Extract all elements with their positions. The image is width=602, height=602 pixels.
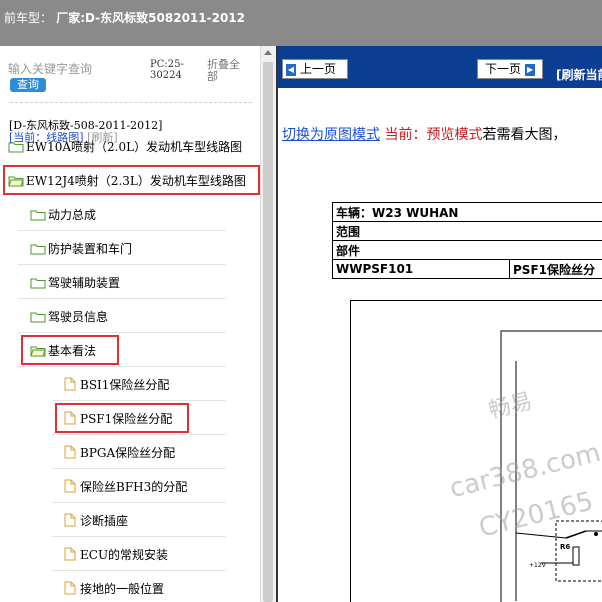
tree-item-label: ECU的常规安装: [80, 547, 169, 562]
tree-row-divider: [52, 434, 226, 435]
voltage-label: +12V: [529, 562, 547, 569]
divider: [10, 102, 252, 103]
scroll-thumb[interactable]: [263, 62, 273, 602]
viewer-toolbar: ◀ 上一页 下一页▶ [刷新当前: [278, 46, 602, 88]
search-area: 输入关键字查询 查询: [8, 60, 148, 92]
info-table: 车辆：W23 WUHAN 范围 部件 WWPSF101 PSF1保险丝分: [332, 202, 602, 279]
viewer: ◀ 上一页 下一页▶ [刷新当前 切换为原图模式 当前：预览模式若需看大图， 车辆…: [276, 46, 602, 602]
tree-item-diagnostic[interactable]: 诊断插座: [64, 505, 128, 535]
code-cell: WWPSF101: [332, 259, 510, 279]
tree-item-label: EW10A喷射（2.0L）发动机车型线路图: [26, 139, 243, 154]
part-cell: 部件: [332, 240, 602, 260]
tree-item-label: BPGA保险丝分配: [80, 445, 176, 460]
tree-item-label: 驾驶员信息: [48, 309, 109, 324]
refresh-current[interactable]: [刷新当前: [556, 66, 602, 83]
sidebar-scrollbar[interactable]: [260, 46, 276, 602]
folder-icon: [30, 277, 46, 289]
selection-highlight: [3, 165, 260, 195]
tree-row-divider: [52, 536, 226, 537]
right-arrow-icon: ▶: [525, 63, 536, 76]
vehicle-title: 前车型： 厂家:D-东风标致5082011-2012: [4, 9, 245, 26]
tree-item-powertrain[interactable]: 动力总成: [30, 199, 96, 229]
page-icon: [64, 581, 76, 595]
switch-mode-link[interactable]: 切换为原图模式: [282, 127, 380, 143]
tree-row-divider: [52, 570, 226, 571]
tree-item-bpga[interactable]: BPGA保险丝分配: [64, 437, 175, 467]
collapse-all-button[interactable]: 折叠全部: [207, 59, 247, 83]
tree-row-divider: [18, 366, 226, 367]
tree-row-divider: [18, 332, 226, 333]
tree-item-label: 保险丝BFH3的分配: [80, 479, 188, 494]
vehicle-label: 前车型：: [4, 11, 53, 25]
title-bar: 前车型： 厂家:D-东风标致5082011-2012: [0, 0, 602, 46]
vehicle-cell: 车辆：W23 WUHAN: [332, 202, 602, 222]
tree-row-divider: [52, 400, 226, 401]
vehicle-value: 厂家:D-东风标致5082011-2012: [56, 11, 245, 25]
tree-item-driving-assist[interactable]: 驾驶辅助装置: [30, 267, 120, 297]
search-input[interactable]: 输入关键字查询: [8, 60, 148, 77]
selection-highlight: [55, 403, 189, 433]
pc-label: PC:25-30224: [150, 59, 184, 81]
tree-item-label: BSI1保险丝分配: [80, 377, 170, 392]
relay-label: R6: [560, 543, 570, 551]
folder-icon: [30, 209, 46, 221]
page-icon: [64, 479, 76, 493]
tree-item-ew10a[interactable]: EW10A喷射（2.0L）发动机车型线路图: [8, 131, 242, 161]
desc-cell: PSF1保险丝分: [509, 259, 602, 279]
tree-item-doors[interactable]: 防护装置和车门: [30, 233, 132, 263]
viewer-content: 切换为原图模式 当前：预览模式若需看大图， 车辆：W23 WUHAN 范围 部件…: [278, 88, 602, 602]
tree-item-label: 防护装置和车门: [48, 241, 133, 256]
scroll-up-arrow-icon[interactable]: [264, 50, 272, 55]
tree-item-label: 接地的一般位置: [80, 581, 165, 596]
folder-icon: [8, 141, 24, 153]
prev-label: 上一页: [300, 62, 337, 76]
next-label: 下一页: [485, 62, 522, 76]
next-page-button[interactable]: 下一页 ▶: [477, 59, 543, 79]
scope-cell: 范围: [332, 221, 602, 241]
current-mode: 当前：预览模式: [384, 127, 483, 143]
sidebar: 输入关键字查询 查询 PC:25-30224 折叠全部 [D-东风标致-508-…: [0, 46, 260, 602]
tree-row-divider: [52, 468, 226, 469]
tree-row-divider: [18, 298, 226, 299]
tree-item-label: 诊断插座: [80, 513, 129, 528]
tree-item-label: 驾驶辅助装置: [48, 275, 121, 290]
page-icon: [64, 513, 76, 527]
folder-icon: [30, 311, 46, 323]
left-arrow-icon: ◀: [286, 63, 296, 76]
tree-row-divider: [18, 230, 226, 231]
page-icon: [64, 445, 76, 459]
tree-item-ecu[interactable]: ECU的常规安装: [64, 539, 168, 569]
folder-icon: [30, 243, 46, 255]
tree-item-bsi1[interactable]: BSI1保险丝分配: [64, 369, 169, 399]
tree-item-ground[interactable]: 接地的一般位置: [64, 573, 164, 602]
mode-hint: 若需看大图，: [482, 127, 567, 143]
tree-item-driver-info[interactable]: 驾驶员信息: [30, 301, 108, 331]
mode-line: 切换为原图模式 当前：预览模式若需看大图，: [282, 124, 566, 144]
selection-highlight: [21, 335, 119, 365]
tree-item-label: 动力总成: [48, 207, 97, 222]
tree-row-divider: [18, 264, 226, 265]
page-icon: [64, 547, 76, 561]
tree-item-bfh3[interactable]: 保险丝BFH3的分配: [64, 471, 187, 501]
search-button[interactable]: 查询: [10, 78, 46, 92]
page-icon: [64, 377, 76, 391]
tree-row-divider: [52, 502, 226, 503]
prev-page-button[interactable]: ◀ 上一页: [282, 59, 348, 79]
